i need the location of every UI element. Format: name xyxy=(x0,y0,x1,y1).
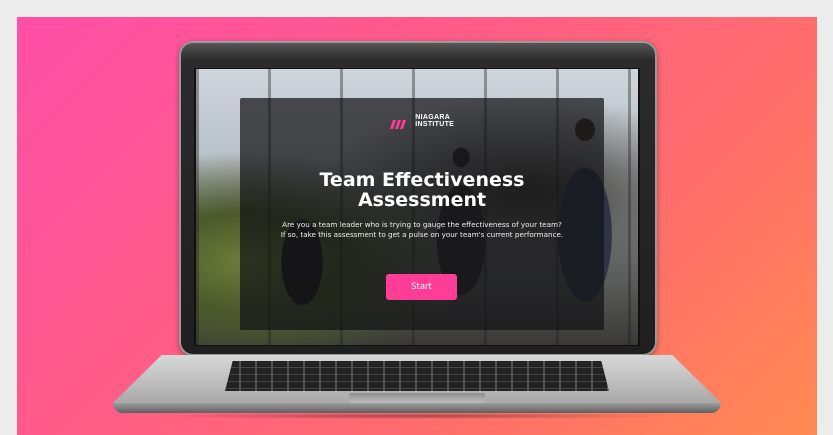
assessment-intro-card: NIAGARA INSTITUTE Team Effectiveness Ass… xyxy=(240,98,604,330)
laptop-trackpad xyxy=(349,393,485,403)
laptop-base xyxy=(113,355,721,419)
laptop-front-edge xyxy=(113,403,721,413)
start-button[interactable]: Start xyxy=(386,274,457,300)
logo-wordmark: NIAGARA INSTITUTE xyxy=(415,114,454,128)
laptop-screen: NIAGARA INSTITUTE Team Effectiveness Ass… xyxy=(196,69,638,345)
page-title: Team Effectiveness Assessment xyxy=(240,170,604,210)
laptop-shadow xyxy=(153,413,681,419)
title-line-2: Assessment xyxy=(357,189,487,211)
assessment-description: Are you a team leader who is trying to g… xyxy=(280,220,564,239)
keyboard-rows xyxy=(225,361,609,391)
niagara-stripes-icon xyxy=(389,116,408,134)
logo-line-2: INSTITUTE xyxy=(415,121,455,128)
gradient-background: NIAGARA INSTITUTE Team Effectiveness Ass… xyxy=(17,17,817,435)
niagara-institute-logo: NIAGARA INSTITUTE xyxy=(240,114,604,134)
page-frame: NIAGARA INSTITUTE Team Effectiveness Ass… xyxy=(0,0,833,435)
logo-line-1: NIAGARA xyxy=(415,114,451,121)
title-line-1: Team Effectiveness xyxy=(319,169,525,191)
